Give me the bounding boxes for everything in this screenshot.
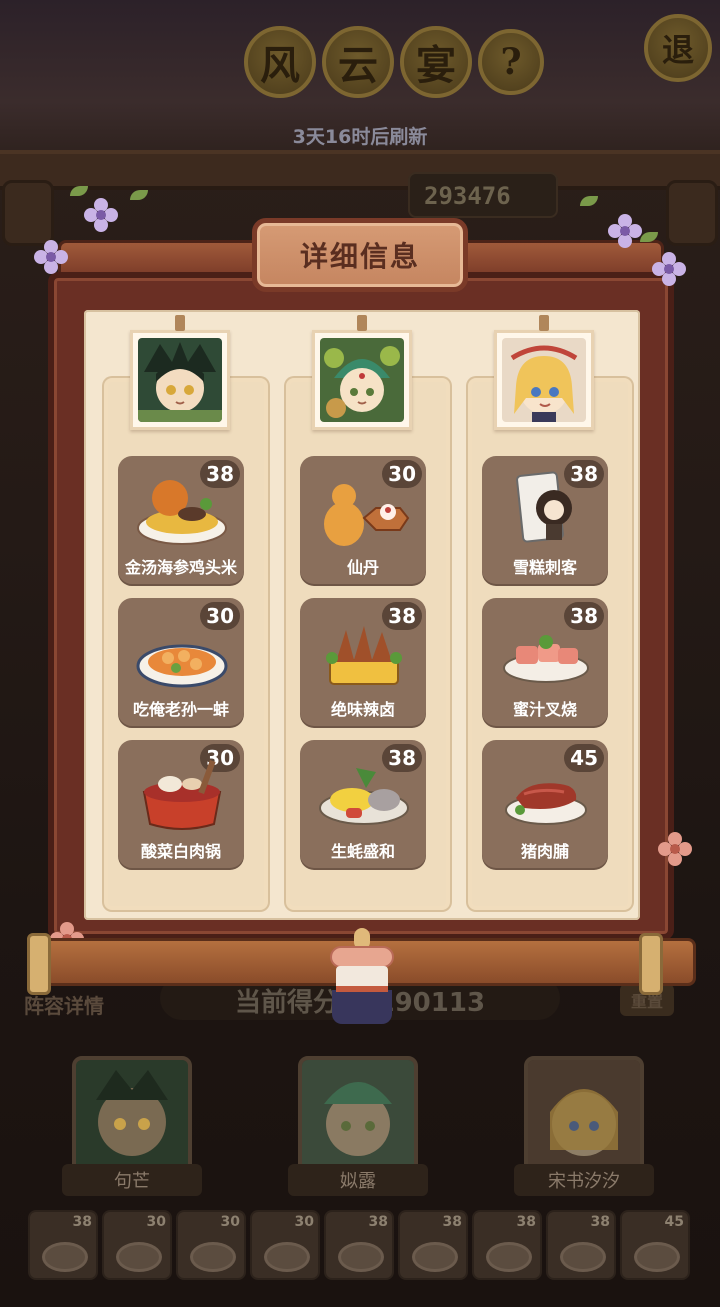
mini-dish[interactable]: 38 [28,1210,98,1280]
dish-icon [190,1242,236,1272]
dish-card[interactable]: 30 吃俺老孙一蚌 [118,598,244,726]
flower-icon [608,214,642,248]
mini-dish[interactable]: 30 [176,1210,246,1280]
dish-hotpot-icon [142,759,222,830]
dish-icon [486,1242,532,1272]
portrait-card-silu [312,315,412,430]
character-portrait [72,1056,192,1176]
character-portrait [138,338,222,422]
mini-dish[interactable]: 38 [324,1210,394,1280]
portrait-card-jumang [130,315,230,430]
dish-name: 吃俺老孙一蚌 [132,700,229,719]
dish-braised-icon [326,626,402,685]
top-score: 293476 [408,172,558,218]
dish-card[interactable]: 38 绝味辣卤 [300,598,426,726]
flower-icon [658,832,692,866]
mini-dish-level: 45 [664,1214,684,1230]
dish-card[interactable]: 30 仙丹 [300,456,426,584]
dish-card[interactable]: 38 生蚝盛和 [300,740,426,868]
dish-icon [412,1242,458,1272]
mini-dish[interactable]: 30 [102,1210,172,1280]
dish-name: 仙丹 [346,558,379,577]
tassel-ornament [326,928,398,1028]
dish-icon [338,1242,384,1272]
mini-dish[interactable]: 38 [398,1210,468,1280]
dish-icon [42,1242,88,1272]
mini-dish[interactable]: 38 [546,1210,616,1280]
modal-title: 详细信息 [252,218,468,292]
character-portrait [320,338,404,422]
pin-icon [357,315,367,331]
lantern-left [2,180,54,246]
dish-icon [634,1242,680,1272]
title-char: 风 [244,26,316,98]
dish-clam-icon [136,644,228,688]
dish-oyster-icon [319,768,409,825]
dish-char-siu-icon [503,635,589,683]
character-portrait [524,1056,644,1176]
mini-dish-level: 30 [220,1214,240,1230]
character-slot[interactable]: 姒露 [288,1056,428,1196]
pin-icon [539,315,549,331]
mini-dish-level: 38 [516,1214,536,1230]
dish-name: 猪肉脯 [520,842,569,861]
portrait-card-songshu [494,315,594,430]
flower-icon [652,252,686,286]
dish-name: 酸菜白肉锅 [140,842,221,861]
character-lineup: 句芒 姒露 宋书汐汐 [0,1056,720,1196]
dish-card[interactable]: 38 蜜汁叉烧 [482,598,608,726]
dish-card[interactable]: 45 猪肉脯 [482,740,608,868]
mini-dish-level: 38 [72,1214,92,1230]
dish-card[interactable]: 30 酸菜白肉锅 [118,740,244,868]
flower-icon [84,198,118,232]
dish-name: 生蚝盛和 [330,842,395,861]
dish-ice-cream-icon [516,471,572,543]
mini-dish-row: 38 30 30 30 38 38 38 38 45 [28,1210,698,1282]
character-portrait [298,1056,418,1176]
dish-icon [116,1242,162,1272]
event-title: 风 云 宴 ? [244,26,544,98]
dish-name: 雪糕刺客 [512,558,577,577]
character-slot[interactable]: 宋书汐汐 [514,1056,654,1196]
dish-name: 金汤海参鸡头米 [124,558,237,577]
character-portrait [502,338,586,422]
mini-dish[interactable]: 30 [250,1210,320,1280]
exit-button[interactable]: 退 [644,14,712,82]
rod-cap [639,933,663,995]
mini-dish-level: 38 [368,1214,388,1230]
rod-cap [27,933,51,995]
dish-card[interactable]: 38 雪糕刺客 [482,456,608,584]
dish-icon [560,1242,606,1272]
lantern-right [666,180,718,246]
flower-icon [34,240,68,274]
refresh-timer: 3天16时后刷新 [292,126,428,148]
dish-pork-jerky-icon [505,783,587,825]
dish-name: 绝味辣卤 [330,700,395,719]
help-button[interactable]: ? [478,29,544,95]
title-char: 宴 [400,26,472,98]
dish-icon [264,1242,310,1272]
dish-golden-soup-icon [137,480,227,545]
pin-icon [175,315,185,331]
dish-name: 蜜汁叉烧 [512,700,577,719]
mini-dish-level: 30 [146,1214,166,1230]
roof-beam [0,150,720,190]
mini-dish[interactable]: 45 [620,1210,690,1280]
dish-card[interactable]: 38 金汤海参鸡头米 [118,456,244,584]
character-name: 宋书汐汐 [514,1164,654,1196]
character-slot[interactable]: 句芒 [62,1056,202,1196]
character-name: 姒露 [288,1164,428,1196]
dish-elixir-icon [324,484,410,546]
mini-dish-level: 38 [442,1214,462,1230]
title-char: 云 [322,26,394,98]
mini-dish-level: 30 [294,1214,314,1230]
mini-dish[interactable]: 38 [472,1210,542,1280]
character-name: 句芒 [62,1164,202,1196]
mini-dish-level: 38 [590,1214,610,1230]
